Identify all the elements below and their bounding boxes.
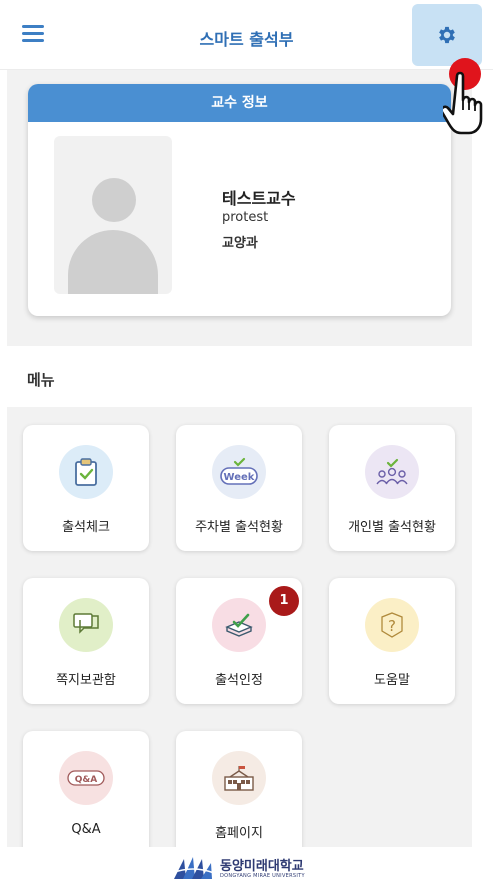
avatar (54, 136, 172, 294)
app-screen: 스마트 출석부 교수 정보 테스트교수 protest 교양과 메뉴 출석체크 … (0, 0, 493, 886)
notification-badge: 1 (269, 586, 299, 616)
hand-pointer-icon (443, 71, 483, 135)
footer-logo-subtext: DONGYANG MIRAE UNIVERSITY (220, 873, 305, 879)
menu-label: 출석인정 (215, 673, 263, 688)
message-icon (59, 598, 113, 652)
menu-message-box[interactable]: 쪽지보관함 (23, 578, 149, 704)
app-header: 스마트 출석부 (0, 0, 493, 70)
profile-name: 테스트교수 (222, 189, 296, 208)
svg-text:?: ? (388, 617, 396, 635)
menu-individual-attendance[interactable]: 개인별 출석현황 (329, 425, 455, 551)
week-icon: Week (212, 445, 266, 499)
book-check-icon (212, 598, 266, 652)
menu-label: Q&A (71, 822, 101, 837)
menu-label: 홈페이지 (215, 826, 263, 841)
menu-qna[interactable]: Q&A Q&A (23, 731, 149, 847)
clipboard-check-icon (59, 445, 113, 499)
footer: 동양미래대학교 DONGYANG MIRAE UNIVERSITY (0, 847, 493, 886)
menu-label: 개인별 출석현황 (348, 520, 436, 535)
menu-homepage[interactable]: 홈페이지 (176, 731, 302, 847)
question-icon: ? (365, 598, 419, 652)
menu-label: 도움말 (374, 673, 410, 688)
menu-label: 출석체크 (62, 520, 110, 535)
menu-heading: 메뉴 (27, 371, 55, 389)
svg-text:Q&A: Q&A (75, 775, 97, 785)
qa-icon: Q&A (59, 751, 113, 805)
profile-card-title: 교수 정보 (28, 84, 451, 122)
school-building-icon (212, 751, 266, 805)
menu-label: 주차별 출석현황 (195, 520, 283, 535)
menu-label: 쪽지보관함 (56, 673, 116, 688)
menu-weekly-attendance[interactable]: Week 주차별 출석현황 (176, 425, 302, 551)
profile-department: 교양과 (222, 236, 258, 251)
menu-help[interactable]: ? 도움말 (329, 578, 455, 704)
people-check-icon (365, 445, 419, 499)
profile-user-id: protest (222, 210, 269, 225)
gear-icon (439, 26, 455, 44)
menu-attendance-check[interactable]: 출석체크 (23, 425, 149, 551)
menu-grid: 출석체크 Week 주차별 출석현황 개인별 출석현황 쪽지보관함 출석인정 ?… (7, 407, 472, 847)
svg-text:Week: Week (224, 472, 255, 483)
university-logo-icon (172, 857, 214, 879)
settings-button[interactable] (412, 4, 482, 66)
profile-card: 교수 정보 테스트교수 protest 교양과 (28, 84, 451, 316)
footer-logo-text: 동양미래대학교 (220, 859, 304, 874)
